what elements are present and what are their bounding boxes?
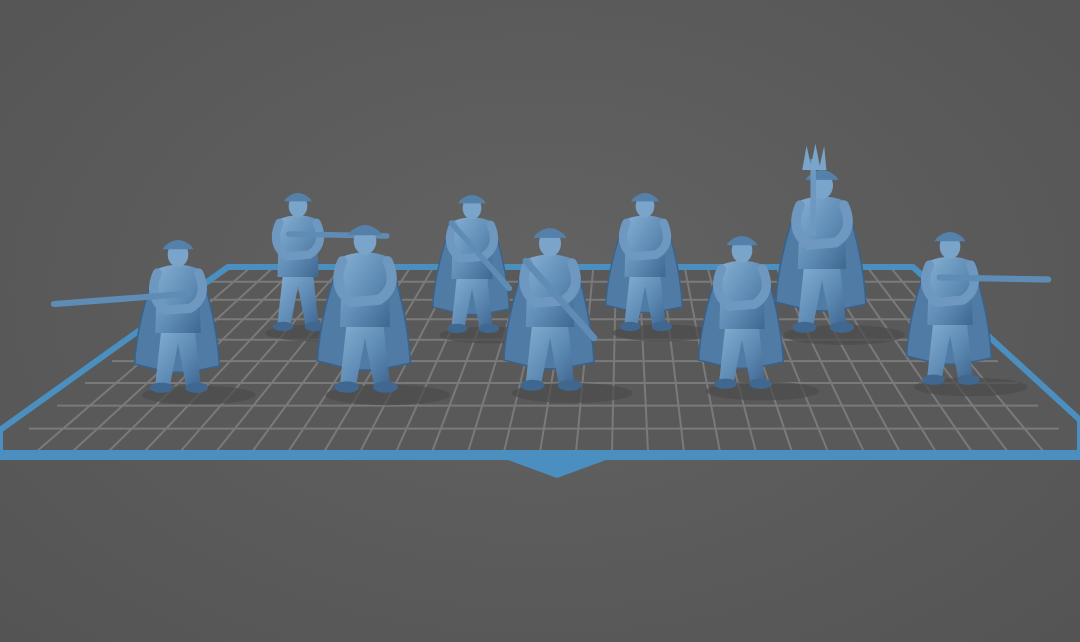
model-boot: [150, 382, 173, 393]
model-boot: [957, 374, 980, 385]
model-boot: [922, 374, 945, 385]
model-boot: [334, 381, 360, 393]
scene-canvas[interactable]: [0, 0, 1080, 642]
model-boot: [446, 323, 468, 334]
model-cap: [458, 195, 486, 204]
model-cap: [726, 236, 758, 246]
3d-viewport[interactable]: [0, 0, 1080, 642]
model-boot: [557, 379, 582, 391]
model-boot: [829, 321, 854, 333]
model-torso: [624, 215, 666, 277]
model-cap: [348, 225, 382, 236]
build-plate-front-edge: [0, 450, 1080, 460]
model-boot: [272, 321, 294, 332]
front-indicator-icon[interactable]: [508, 460, 606, 478]
model-boot: [185, 382, 208, 393]
model-cap: [533, 228, 567, 238]
model-torso: [340, 252, 390, 327]
model-torso: [719, 260, 765, 329]
model-cap: [284, 193, 312, 202]
model-boot: [619, 321, 641, 332]
model-boot: [651, 321, 673, 332]
model-boot: [749, 378, 772, 389]
model-torso: [277, 215, 319, 277]
model-boot: [714, 378, 737, 389]
model-banner-top: [802, 143, 827, 170]
model-cap: [631, 193, 659, 202]
model-cap: [162, 240, 194, 250]
model-torso: [927, 256, 973, 325]
model-boot: [372, 381, 398, 393]
model-boot: [520, 379, 545, 391]
model-boot: [478, 323, 500, 334]
model-torso: [797, 196, 847, 269]
model-boot: [792, 321, 817, 333]
model-torso: [155, 264, 201, 333]
model-cap: [934, 232, 966, 242]
model-rifle: [936, 274, 1052, 283]
